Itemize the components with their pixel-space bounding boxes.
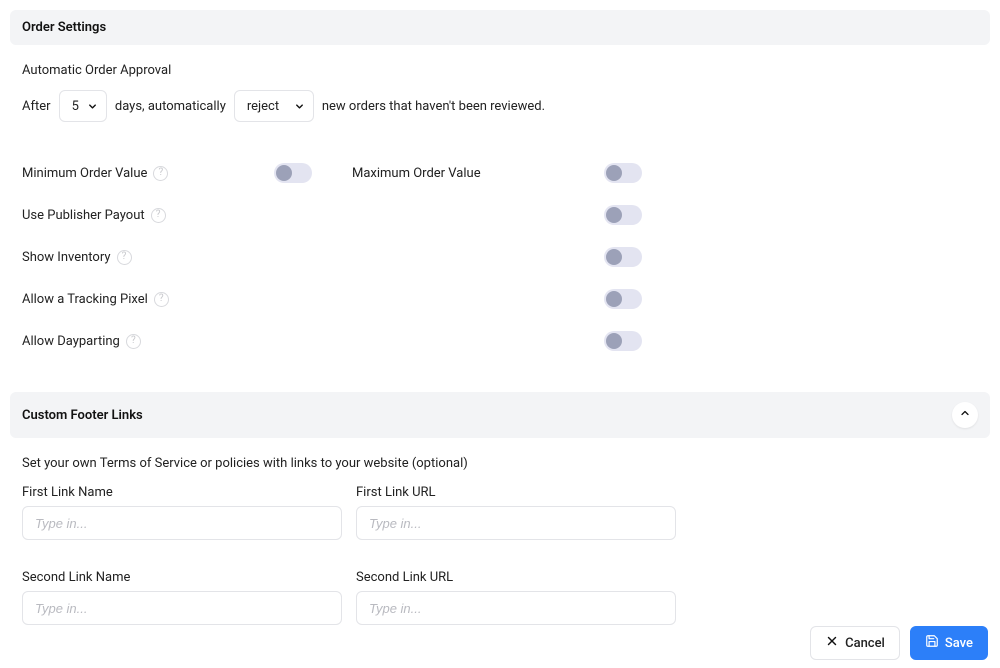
help-icon[interactable]: ?: [117, 250, 132, 265]
help-icon[interactable]: ?: [151, 208, 166, 223]
show-inventory-label: Show Inventory: [22, 250, 111, 265]
help-icon[interactable]: ?: [153, 166, 168, 181]
help-icon[interactable]: ?: [126, 334, 141, 349]
save-label: Save: [945, 636, 973, 651]
close-icon: [825, 634, 839, 652]
first-link-name-input[interactable]: [22, 506, 342, 540]
action-select-value: reject: [247, 99, 279, 114]
publisher-payout-label: Use Publisher Payout: [22, 208, 145, 223]
order-settings-header: Order Settings: [10, 10, 990, 45]
auto-approval-row: After 5 days, automatically reject new o…: [22, 90, 978, 122]
days-select[interactable]: 5: [59, 90, 107, 122]
footer-links-title: Custom Footer Links: [22, 408, 143, 423]
help-icon[interactable]: ?: [154, 292, 169, 307]
second-link-url-input[interactable]: [356, 591, 676, 625]
dayparting-label: Allow Dayparting: [22, 334, 120, 349]
order-settings-title: Order Settings: [22, 20, 106, 35]
second-link-url-label: Second Link URL: [356, 570, 676, 585]
show-inventory-toggle[interactable]: [604, 247, 642, 267]
auto-approval-mid: days, automatically: [115, 99, 226, 114]
first-link-url-label: First Link URL: [356, 485, 676, 500]
cancel-button[interactable]: Cancel: [810, 626, 900, 660]
cancel-label: Cancel: [845, 636, 885, 651]
footer-links-header: Custom Footer Links: [10, 392, 990, 438]
min-order-label: Minimum Order Value: [22, 166, 147, 181]
chevron-down-icon: [294, 101, 305, 112]
days-select-value: 5: [72, 99, 79, 114]
max-order-label: Maximum Order Value: [352, 166, 481, 181]
dayparting-toggle[interactable]: [604, 331, 642, 351]
save-button[interactable]: Save: [910, 626, 988, 660]
min-order-toggle[interactable]: [274, 163, 312, 183]
auto-approval-suffix: new orders that haven't been reviewed.: [322, 99, 545, 114]
tracking-pixel-toggle[interactable]: [604, 289, 642, 309]
action-select[interactable]: reject: [234, 90, 314, 122]
max-order-toggle[interactable]: [604, 163, 642, 183]
tracking-pixel-label: Allow a Tracking Pixel: [22, 292, 148, 307]
first-link-name-label: First Link Name: [22, 485, 342, 500]
footer-links-description: Set your own Terms of Service or policie…: [10, 456, 990, 471]
first-link-url-input[interactable]: [356, 506, 676, 540]
chevron-down-icon: [87, 101, 98, 112]
publisher-payout-toggle[interactable]: [604, 205, 642, 225]
collapse-button[interactable]: [952, 402, 978, 428]
chevron-up-icon: [959, 407, 971, 423]
second-link-name-label: Second Link Name: [22, 570, 342, 585]
second-link-name-input[interactable]: [22, 591, 342, 625]
auto-approval-label: Automatic Order Approval: [22, 63, 978, 78]
save-icon: [925, 634, 939, 652]
auto-approval-prefix: After: [22, 99, 51, 114]
